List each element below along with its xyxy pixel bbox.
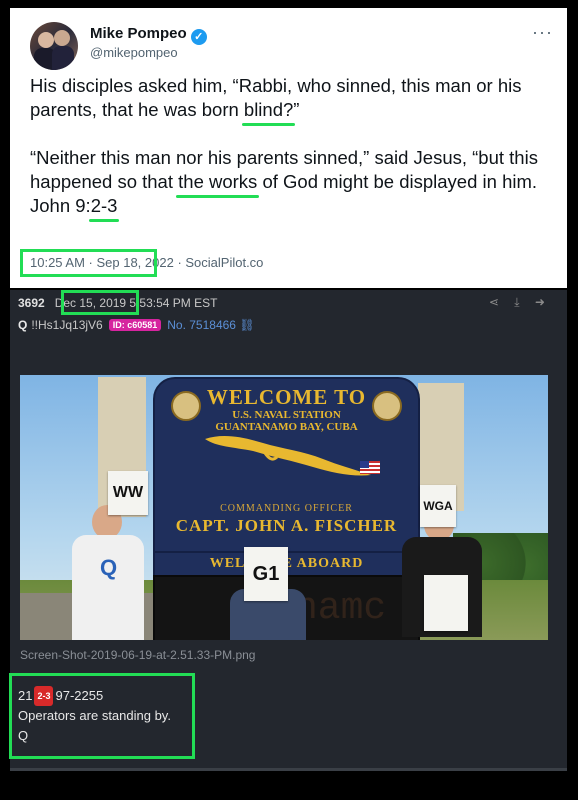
underlined-verse-ref: 2-3 [88, 195, 120, 222]
id-badge: ID: c60581 [108, 319, 162, 331]
post-image[interactable]: WELCOME TO U.S. NAVAL STATION GUANTANAMO … [20, 375, 548, 640]
author-handle[interactable]: @mikepompeo [90, 45, 178, 60]
sign-card-wga: WGA [420, 485, 456, 527]
avatar[interactable] [30, 22, 78, 70]
highlight-box-body [9, 673, 195, 759]
post-no-link[interactable]: No. 7518466 [167, 318, 236, 332]
highlight-box-timestamp [20, 249, 157, 277]
tweet-paragraph-1: His disciples asked him, “Rabbi, who sin… [30, 75, 522, 126]
tweet-paragraph-2: “Neither this man nor his parents sinned… [30, 147, 538, 222]
post-number: 3692 [18, 296, 45, 310]
link-icon[interactable]: ⛓ [236, 318, 254, 332]
post-author: Q [18, 318, 28, 332]
post-actions[interactable]: ⋖ ⤓ ➜ [489, 295, 551, 310]
highlight-box-date [61, 290, 139, 315]
verified-check-icon: ✓ [190, 29, 207, 45]
underlined-the-works: the works [176, 171, 260, 198]
underlined-blind: blind? [241, 99, 296, 126]
author-name[interactable]: Mike Pompeo ✓ [90, 25, 207, 45]
welcome-sign: WELCOME TO U.S. NAVAL STATION GUANTANAMO … [153, 377, 420, 561]
ellipsis-icon[interactable]: ··· [532, 22, 553, 43]
us-flag-icon [360, 461, 380, 474]
image-filename[interactable]: Screen-Shot-2019-06-19-at-2.51.33-PM.png [20, 648, 255, 662]
tweet-text: His disciples asked him, “Rabbi, who sin… [30, 74, 560, 222]
tweet-card: Mike Pompeo ✓ @mikepompeo ··· His discipl… [10, 8, 567, 288]
sign-card-letter [424, 575, 468, 631]
sign-card-g1: G1 [244, 547, 288, 601]
post-author-line: Q !!Hs1Jq13jV6 ID: c60581 No. 7518466 ⛓ [18, 318, 255, 332]
sign-card-ww: WW [108, 471, 148, 515]
cuba-map-icon [205, 436, 371, 476]
divider [10, 768, 567, 771]
tripcode: !!Hs1Jq13jV6 [31, 318, 103, 332]
